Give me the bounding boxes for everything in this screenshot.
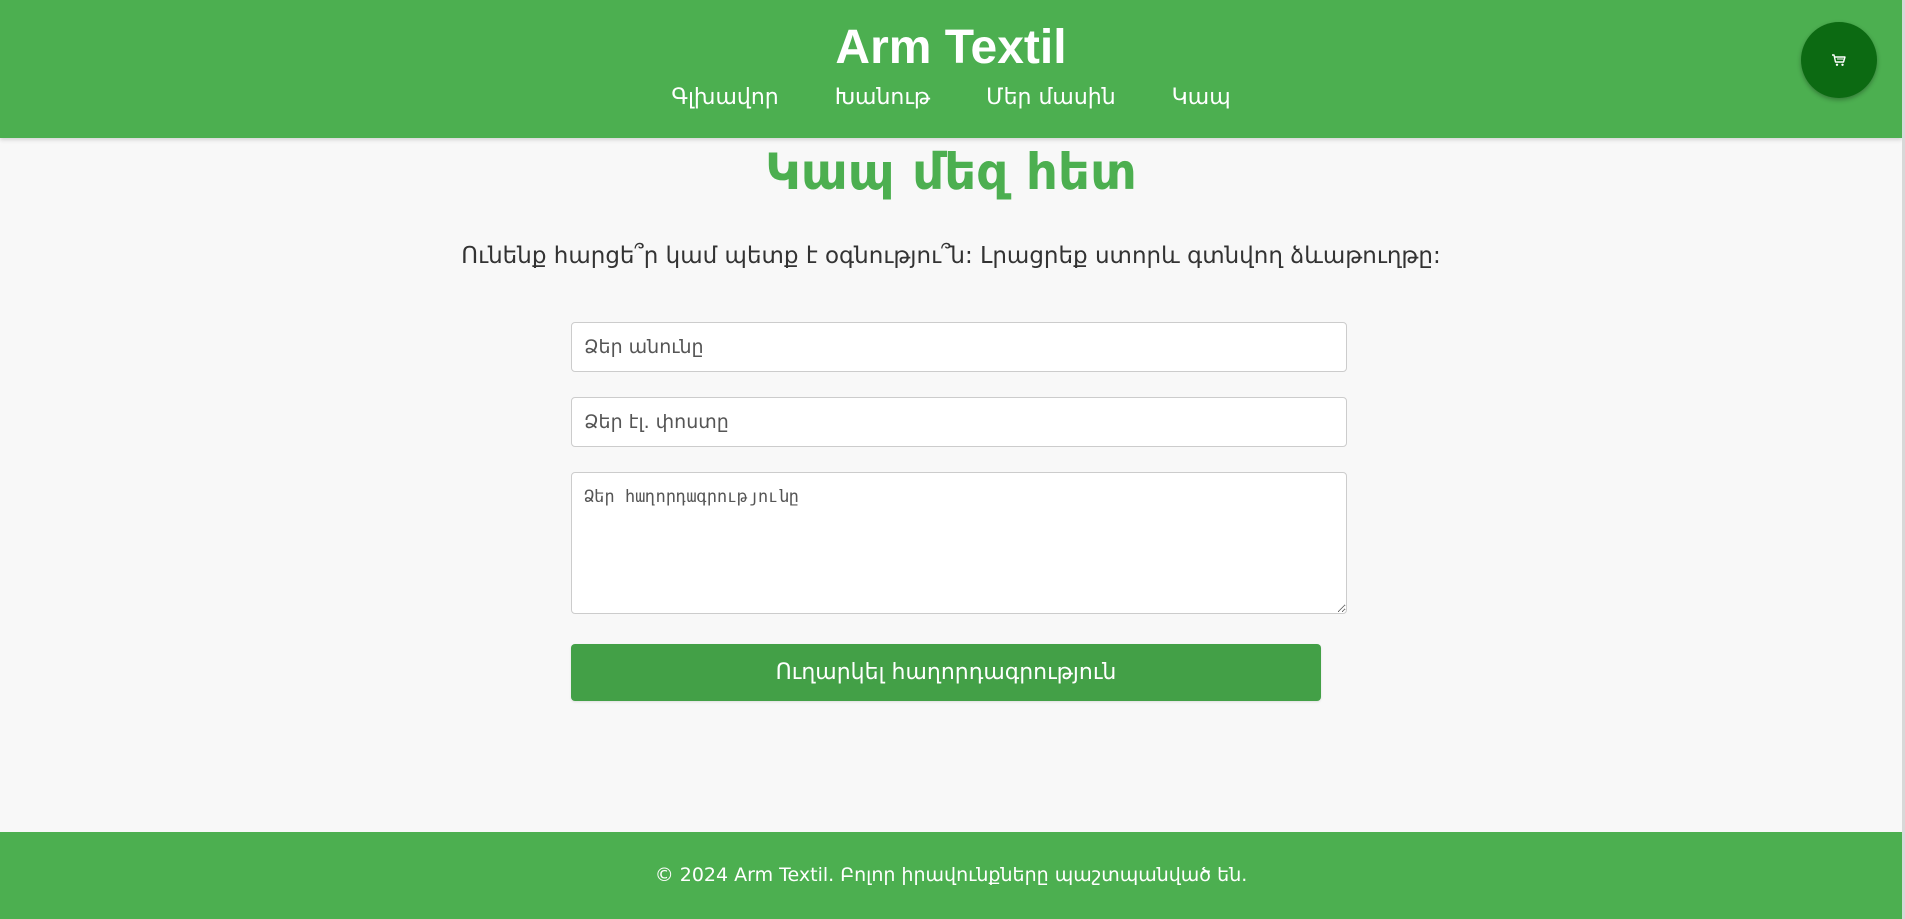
cart-icon	[1832, 54, 1846, 66]
message-textarea[interactable]	[571, 472, 1347, 614]
site-title: Arm Textil	[835, 21, 1067, 74]
footer-copyright: © 2024 Arm Textil. Բոլոր իրավունքները պա…	[654, 864, 1248, 886]
nav-link-home[interactable]: Գլխավոր	[671, 84, 778, 112]
contact-title: Կապ մեզ հետ	[765, 143, 1137, 201]
nav-link-shop[interactable]: Խանութ	[835, 84, 930, 112]
site-footer: © 2024 Arm Textil. Բոլոր իրավունքները պա…	[0, 832, 1902, 919]
nav-link-about[interactable]: Մեր մասին	[986, 84, 1116, 112]
name-input[interactable]	[571, 322, 1347, 372]
cart-button[interactable]	[1801, 22, 1877, 98]
site-header: Arm Textil Գլխավոր Խանութ Մեր մասին Կապ	[0, 0, 1902, 138]
main-nav: Գլխավոր Խանութ Մեր մասին Կապ	[0, 84, 1902, 112]
contact-intro: Ունենք հարցե՞ր կամ պետք է օգնությու՞ն: Լ…	[461, 243, 1441, 269]
email-input[interactable]	[571, 397, 1347, 447]
nav-link-contact[interactable]: Կապ	[1172, 84, 1231, 112]
send-message-button[interactable]: Ուղարկել հաղորդագրություն	[571, 644, 1321, 701]
